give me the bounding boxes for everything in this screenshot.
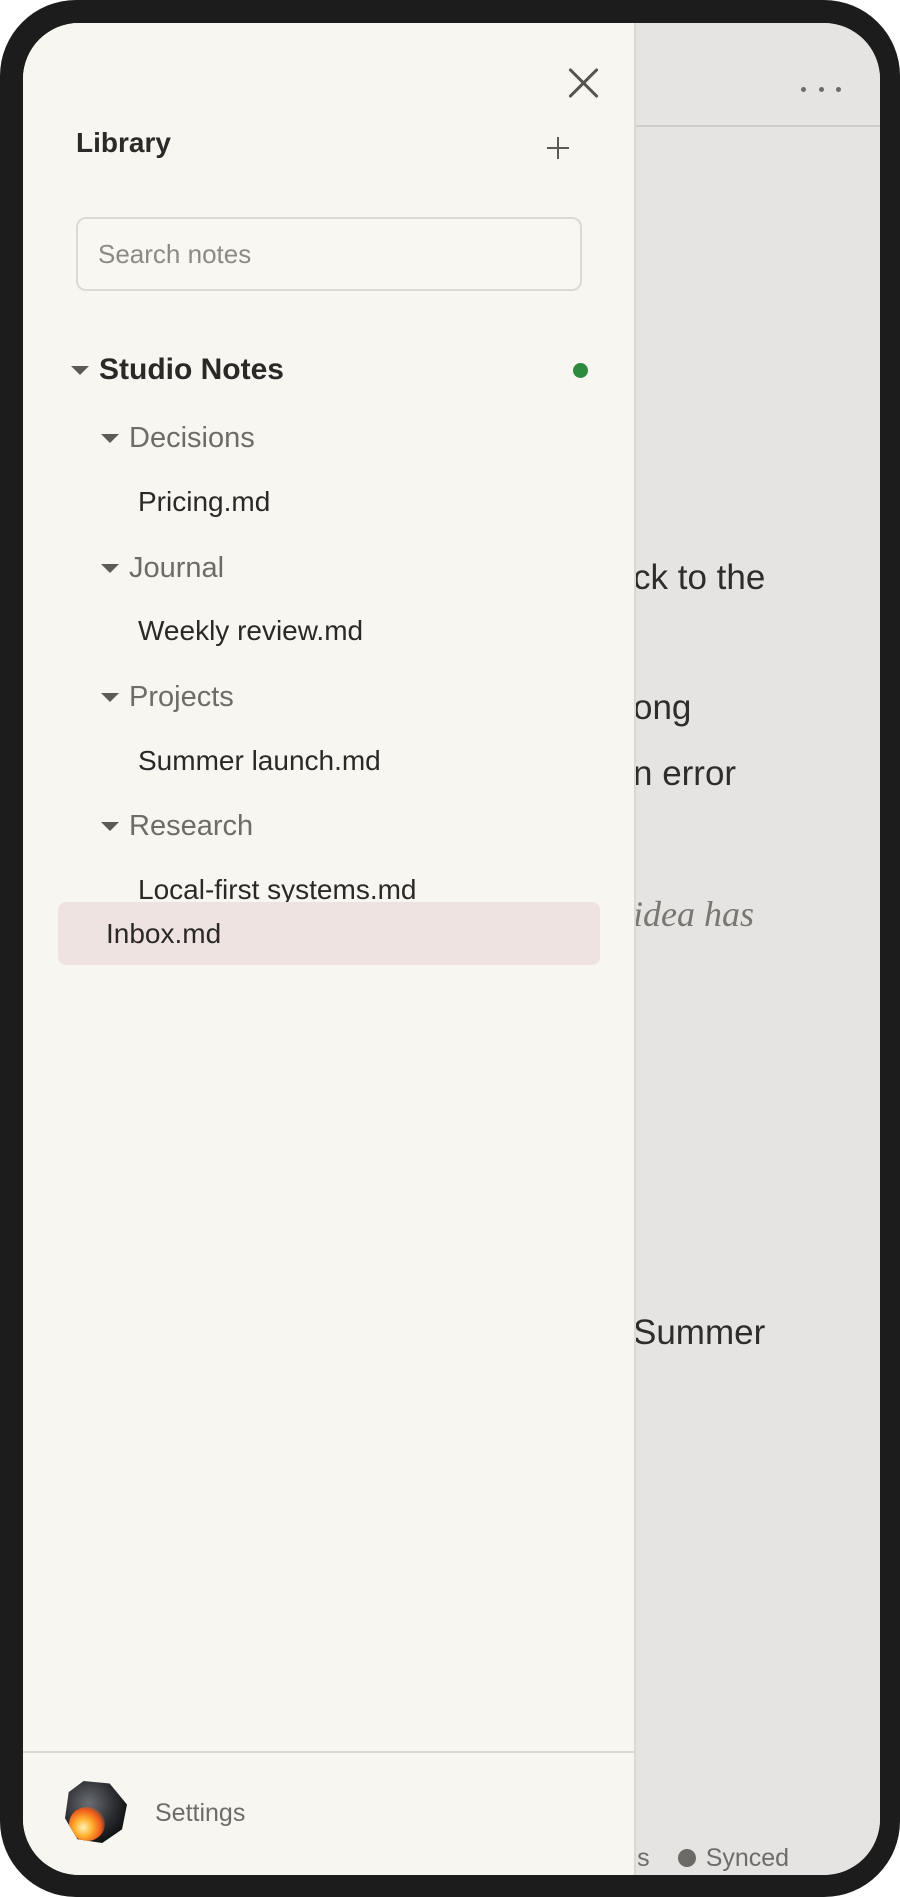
sync-indicator-icon xyxy=(573,363,588,378)
library-title: Library xyxy=(76,127,171,158)
sync-status-dot xyxy=(677,1849,696,1867)
close-icon[interactable] xyxy=(563,63,603,103)
sync-status: Synced xyxy=(677,1843,790,1873)
drawer-footer: Settings xyxy=(23,1751,636,1875)
file-row[interactable]: Weekly review.md xyxy=(23,603,636,659)
folder-name: Decisions xyxy=(129,421,255,454)
search-input[interactable] xyxy=(76,217,582,291)
file-row[interactable]: Pricing.md xyxy=(23,474,636,530)
chevron-down-icon[interactable] xyxy=(101,563,119,573)
folder-row-journal[interactable]: Journal xyxy=(23,540,636,596)
more-horizontal-icon[interactable] xyxy=(801,77,841,101)
library-drawer: Library Studio Notes Decisions Pricing.m… xyxy=(23,23,636,1875)
device-frame: ck to the ong n error idea has Summer wo… xyxy=(0,0,900,1897)
vault-name: Studio Notes xyxy=(99,353,284,386)
folder-row-projects[interactable]: Projects xyxy=(23,669,636,725)
folder-name: Research xyxy=(129,809,254,842)
vault-row[interactable]: Studio Notes xyxy=(23,342,636,398)
settings-link[interactable]: Settings xyxy=(155,1799,245,1828)
chevron-down-icon[interactable] xyxy=(101,821,119,831)
folder-row-decisions[interactable]: Decisions xyxy=(23,410,636,466)
editor-text-line: n error xyxy=(633,754,737,793)
file-name: Summer launch.md xyxy=(138,745,381,776)
screen: ck to the ong n error idea has Summer wo… xyxy=(23,23,880,1875)
editor-text-line: idea has xyxy=(633,894,754,934)
editor-text-line: Summer xyxy=(633,1313,766,1352)
editor-text-line: ck to the xyxy=(633,558,766,597)
chevron-down-icon[interactable] xyxy=(71,365,89,375)
chevron-down-icon[interactable] xyxy=(101,433,119,443)
folder-row-research[interactable]: Research xyxy=(23,798,636,854)
file-row-selected[interactable]: Inbox.md xyxy=(58,902,600,965)
file-name: Inbox.md xyxy=(106,917,222,949)
folder-name: Journal xyxy=(129,551,225,584)
file-row[interactable]: Summer launch.md xyxy=(23,733,636,789)
avatar[interactable] xyxy=(65,1781,127,1843)
sync-status-label: Synced xyxy=(705,1843,790,1872)
plus-icon[interactable] xyxy=(543,133,573,163)
editor-text-line: ong xyxy=(633,688,692,727)
file-name: Pricing.md xyxy=(138,486,271,517)
file-name: Weekly review.md xyxy=(138,615,364,646)
folder-name: Projects xyxy=(129,680,234,713)
chevron-down-icon[interactable] xyxy=(101,692,119,702)
